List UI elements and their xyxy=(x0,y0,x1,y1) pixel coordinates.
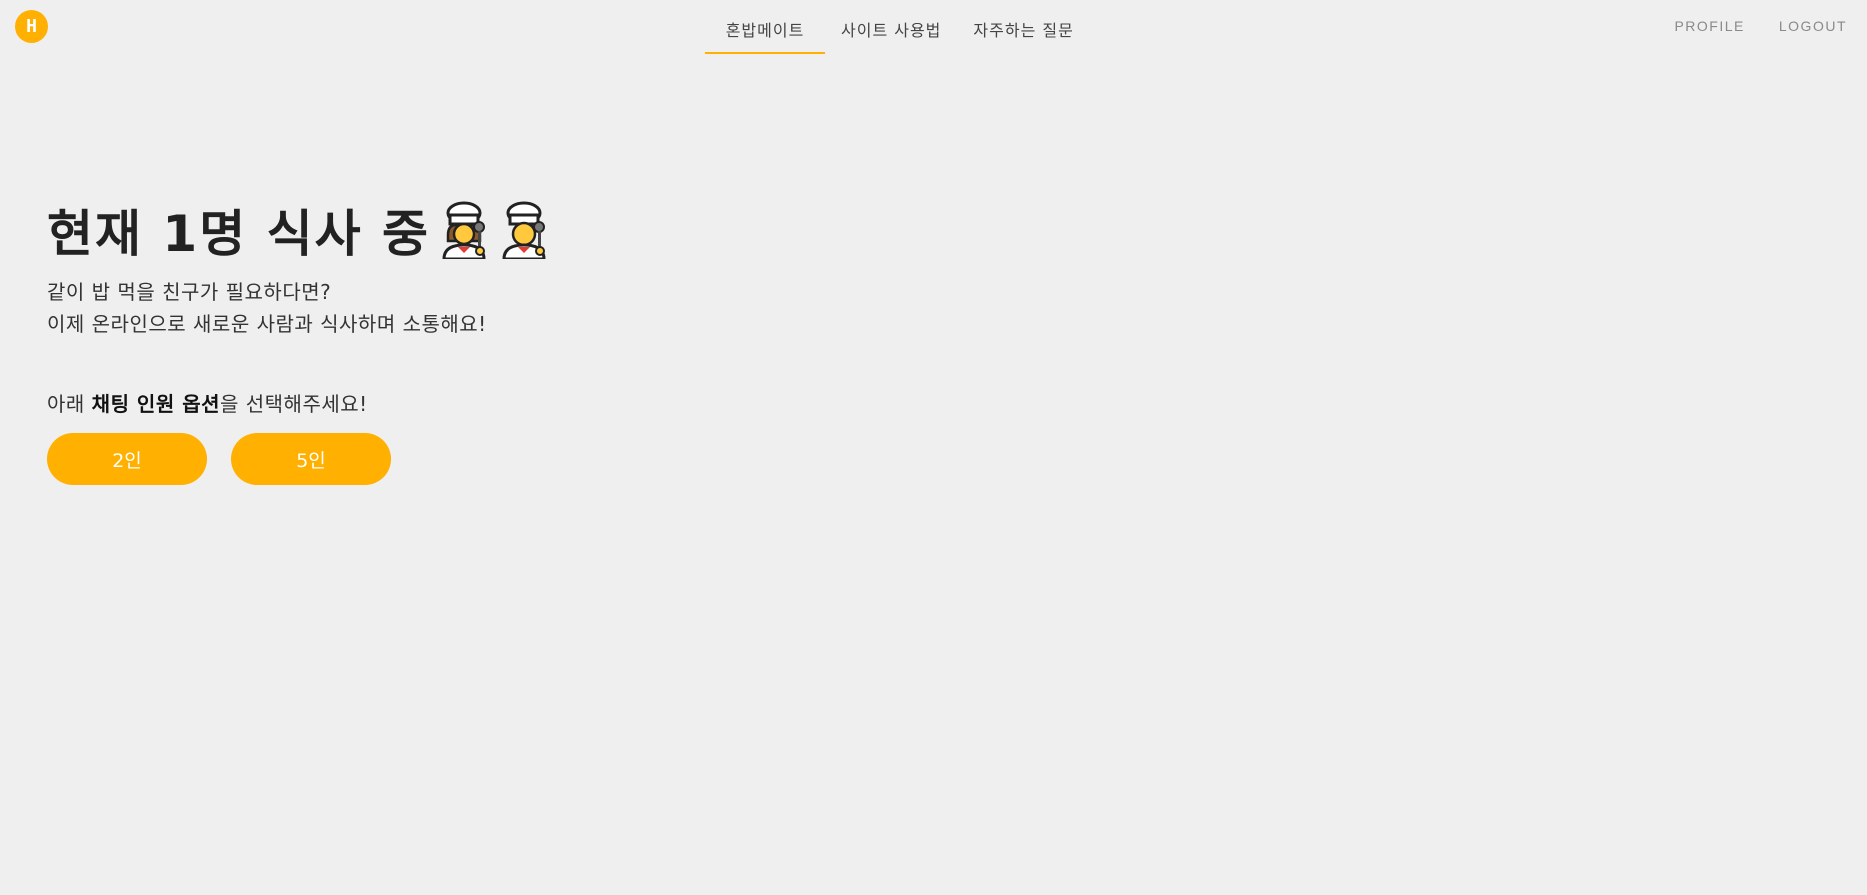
option-prompt: 아래 채팅 인원 옵션을 선택해주세요! xyxy=(47,388,550,417)
description: 같이 밥 먹을 친구가 필요하다면? 이제 온라인으로 새로운 사람과 식사하며… xyxy=(47,276,550,340)
profile-link[interactable]: PROFILE xyxy=(1674,18,1744,34)
user-links: PROFILE LOGOUT xyxy=(1674,18,1847,34)
nav-item-how-to-use[interactable]: 사이트 사용법 xyxy=(825,0,957,54)
prompt-bold: 채팅 인원 옵션 xyxy=(91,392,220,416)
option-buttons: 2인 5인 xyxy=(47,433,550,485)
nav-item-honbapmate[interactable]: 혼밥메이트 xyxy=(705,0,825,54)
prompt-suffix: 을 선택해주세요! xyxy=(220,392,368,416)
headline: 현재 1명 식사 중 xyxy=(47,198,550,263)
hero-section: 현재 1명 식사 중 같이 밥 먹을 친구가 필요하다면? 이제 온라인으로 새… xyxy=(47,198,550,485)
man-cook-icon xyxy=(502,201,546,259)
prompt-prefix: 아래 xyxy=(47,392,92,416)
description-line-1: 같이 밥 먹을 친구가 필요하다면? xyxy=(47,280,332,304)
top-navigation-bar: H 혼밥메이트 사이트 사용법 자주하는 질문 PROFILE LOGOUT xyxy=(0,0,1867,56)
logo[interactable]: H xyxy=(15,10,48,43)
description-line-2: 이제 온라인으로 새로운 사람과 식사하며 소통해요! xyxy=(47,312,487,336)
logout-link[interactable]: LOGOUT xyxy=(1779,18,1847,34)
nav-item-faq[interactable]: 자주하는 질문 xyxy=(957,0,1089,54)
main-nav: 혼밥메이트 사이트 사용법 자주하는 질문 xyxy=(705,0,1090,56)
five-person-button[interactable]: 5인 xyxy=(231,433,391,485)
two-person-button[interactable]: 2인 xyxy=(47,433,207,485)
woman-cook-icon xyxy=(442,201,486,259)
page-title: 현재 1명 식사 중 xyxy=(47,205,431,263)
